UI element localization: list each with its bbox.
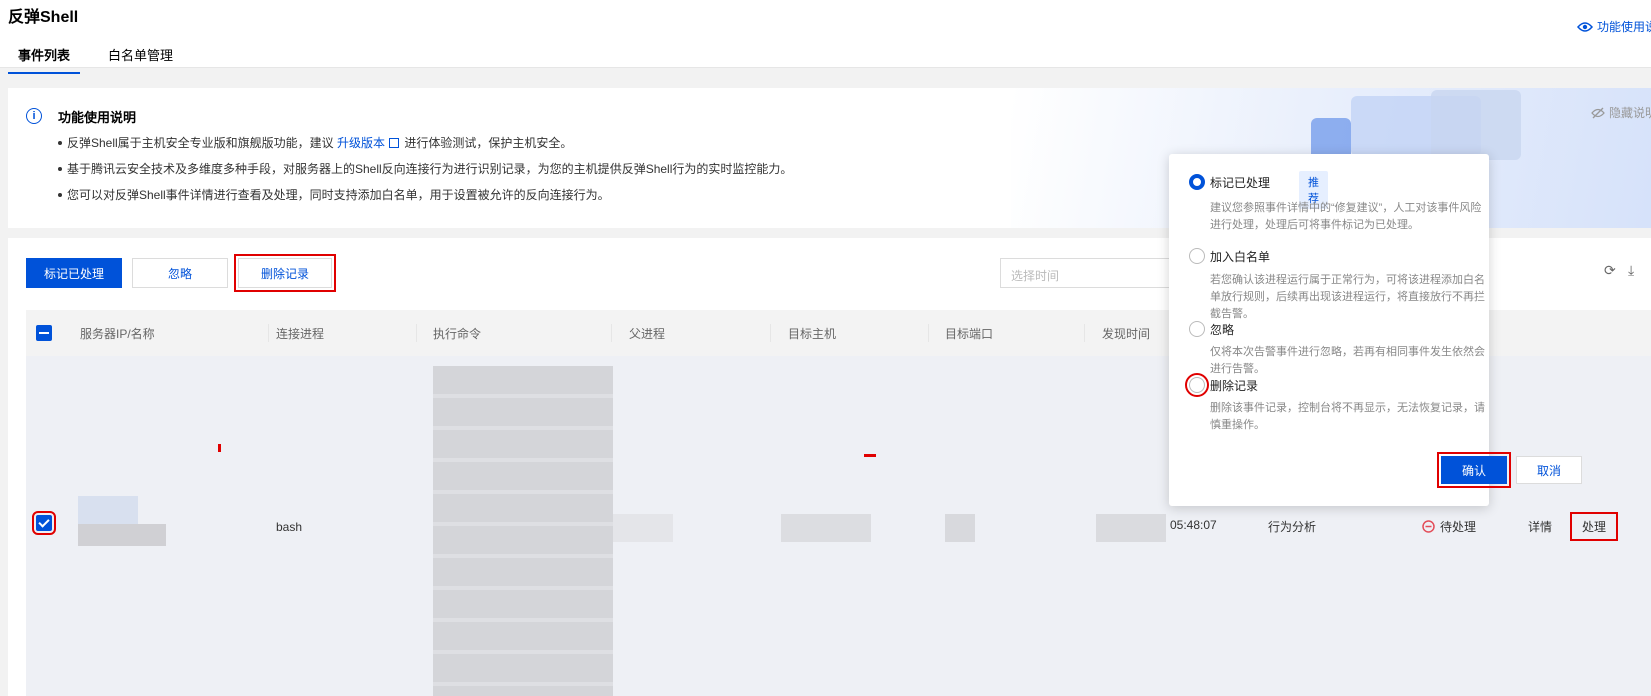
- col-server: 服务器IP/名称: [80, 327, 155, 341]
- redacted-found-date: [1096, 514, 1166, 542]
- cancel-button[interactable]: 取消: [1516, 456, 1582, 484]
- option-label: 加入白名单: [1210, 250, 1271, 264]
- info-item: 您可以对反弹Shell事件详情进行查看及处理，同时支持添加白名单，用于设置被允许…: [58, 188, 792, 214]
- column-divider: [416, 324, 417, 342]
- process-cell: bash: [276, 520, 303, 534]
- found-time-cell: 05:48:07: [1170, 518, 1217, 532]
- option-label: 删除记录: [1210, 379, 1259, 393]
- upgrade-link[interactable]: 升级版本: [337, 136, 385, 150]
- eye-icon: [1576, 21, 1593, 32]
- tab-event-list[interactable]: 事件列表: [8, 42, 81, 74]
- option-desc: 删除该事件记录，控制台将不再显示，无法恢复记录，请慎重操作。: [1210, 402, 1485, 431]
- option-desc: 仅将本次告警事件进行忽略，若再有相同事件发生依然会进行告警。: [1210, 346, 1485, 375]
- info-text: 反弹Shell属于主机安全专业版和旗舰版功能，建议: [67, 136, 338, 150]
- radio-mark-handled[interactable]: [1189, 174, 1205, 190]
- refresh-icon[interactable]: ⟳: [1604, 263, 1618, 277]
- redacted-target-port: [945, 514, 975, 542]
- status-badge: 待处理: [1422, 518, 1476, 535]
- redacted-command: [433, 366, 613, 696]
- date-picker[interactable]: 选择时间: [1000, 258, 1190, 288]
- info-icon: i: [26, 108, 42, 124]
- row-checkbox[interactable]: [32, 511, 56, 535]
- info-item: 基于腾讯云安全技术及多维度多种手段，对服务器上的Shell反向连接行为进行识别记…: [58, 162, 792, 188]
- decor-cube: [1431, 90, 1521, 160]
- col-command: 执行命令: [433, 327, 482, 341]
- hide-help-button[interactable]: 隐藏说明: [1591, 104, 1651, 121]
- option-desc: 建议您参照事件详情中的“修复建议”，人工对该事件风险进行处理，处理后可将事件标记…: [1210, 202, 1482, 231]
- detail-link[interactable]: 详情: [1528, 518, 1552, 535]
- confirm-button[interactable]: 确认: [1437, 452, 1511, 488]
- handle-popover: 标记已处理 推荐 建议您参照事件详情中的“修复建议”，人工对该事件风险进行处理，…: [1169, 154, 1582, 506]
- help-link-label: 功能使用说: [1596, 20, 1651, 34]
- radio-add-whitelist[interactable]: [1189, 248, 1205, 264]
- handle-link[interactable]: 处理: [1569, 512, 1619, 541]
- source-cell: 行为分析: [1268, 520, 1317, 534]
- date-placeholder: 选择时间: [1011, 269, 1060, 283]
- col-found-time: 发现时间: [1102, 327, 1151, 341]
- column-divider: [268, 324, 269, 342]
- minus-circle-icon: [1422, 520, 1435, 533]
- help-link[interactable]: 功能使用说: [1576, 18, 1651, 35]
- radio-delete-record[interactable]: [1185, 373, 1209, 397]
- info-list: 反弹Shell属于主机安全专业版和旗舰版功能，建议 升级版本 进行体验测试，保护…: [58, 136, 792, 214]
- select-all-checkbox[interactable]: [36, 325, 52, 341]
- mark-handled-button[interactable]: 标记已处理: [26, 258, 122, 288]
- status-text: 待处理: [1440, 520, 1477, 534]
- page-header: 反弹Shell 功能使用说 事件列表 白名单管理: [0, 0, 1651, 74]
- hide-help-label: 隐藏说明: [1608, 106, 1651, 120]
- option-desc: 若您确认该进程运行属于正常行为，可将该进程添加白名单放行规则，后续再出现该进程运…: [1210, 274, 1485, 320]
- external-link-icon: [389, 138, 400, 148]
- info-item: 反弹Shell属于主机安全专业版和旗舰版功能，建议 升级版本 进行体验测试，保护…: [58, 136, 792, 162]
- tab-bar: 事件列表 白名单管理: [8, 42, 201, 74]
- tab-whitelist[interactable]: 白名单管理: [98, 42, 183, 74]
- column-divider: [611, 324, 612, 342]
- column-divider: [1084, 324, 1085, 342]
- redacted-target-host: [781, 514, 871, 542]
- column-divider: [770, 324, 771, 342]
- page-title: 反弹Shell: [8, 9, 79, 26]
- col-process: 连接进程: [276, 327, 325, 341]
- col-parent-process: 父进程: [629, 327, 666, 341]
- eye-off-icon: [1591, 107, 1605, 118]
- highlight-mark: [218, 444, 221, 452]
- info-text: 进行体验测试，保护主机安全。: [401, 136, 573, 150]
- info-title: 功能使用说明: [58, 110, 137, 125]
- column-divider: [928, 324, 929, 342]
- ignore-button[interactable]: 忽略: [132, 258, 228, 288]
- redacted-parent-process: [613, 514, 673, 542]
- option-label: 忽略: [1210, 323, 1235, 337]
- highlight-mark: [864, 454, 876, 457]
- col-target-host: 目标主机: [788, 327, 837, 341]
- delete-record-button[interactable]: 删除记录: [234, 254, 336, 292]
- radio-ignore[interactable]: [1189, 321, 1205, 337]
- redacted-server-name: [78, 524, 166, 546]
- option-label: 标记已处理: [1210, 176, 1271, 190]
- download-icon[interactable]: ⤓: [1628, 263, 1642, 277]
- redacted-server-ip: [78, 496, 138, 524]
- col-target-port: 目标端口: [945, 327, 994, 341]
